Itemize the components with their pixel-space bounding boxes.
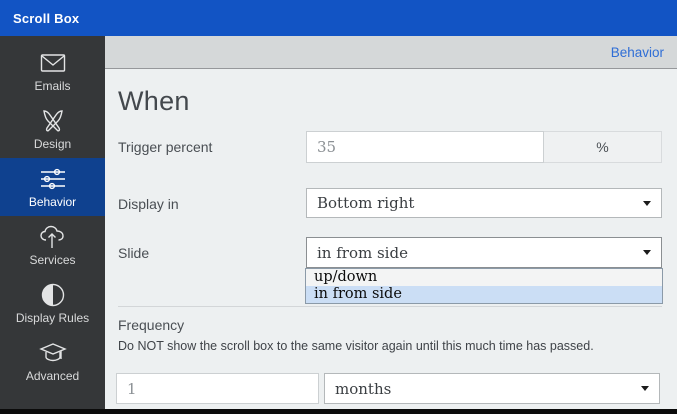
frequency-unit-select[interactable]: months [324, 373, 660, 404]
cloud-upload-icon [39, 224, 67, 250]
sidebar-item-label: Advanced [25, 368, 80, 383]
sidebar: Emails Design Behavior Services Display … [0, 36, 105, 414]
chevron-down-icon [641, 386, 649, 391]
sidebar-item-advanced[interactable]: Advanced [0, 332, 105, 390]
sidebar-item-emails[interactable]: Emails [0, 42, 105, 100]
sidebar-item-display-rules[interactable]: Display Rules [0, 274, 105, 332]
sliders-icon [39, 166, 67, 192]
page-title: When [118, 86, 190, 116]
slide-select[interactable]: in from side [306, 237, 662, 268]
scroll-box-settings-window: Scroll Box Emails Design Behavior Servic… [0, 0, 677, 414]
chevron-down-icon [643, 200, 651, 206]
section-divider [118, 306, 662, 307]
breadcrumb[interactable]: Behavior [611, 45, 677, 60]
sidebar-item-services[interactable]: Services [0, 216, 105, 274]
sidebar-item-label: Display Rules [15, 310, 90, 325]
slide-value: in from side [317, 243, 408, 262]
trigger-percent-label: Trigger percent [118, 139, 213, 155]
frequency-value-input[interactable] [116, 373, 319, 404]
frequency-label: Frequency [118, 317, 185, 333]
graduation-cap-icon [38, 340, 67, 366]
dropdown-option-in-from-side[interactable]: in from side [306, 286, 662, 303]
display-in-label: Display in [118, 196, 179, 212]
paintbrushes-icon [40, 108, 66, 134]
section-header-strip: Behavior [105, 36, 677, 69]
sidebar-item-label: Design [33, 136, 72, 151]
dropdown-option-up-down[interactable]: up/down [306, 269, 662, 286]
title-bar: Scroll Box [0, 0, 677, 36]
trigger-percent-group: % [306, 131, 662, 163]
frequency-description: Do NOT show the scroll box to the same v… [118, 339, 594, 353]
sidebar-item-label: Emails [34, 78, 71, 93]
main-content: Behavior When Trigger percent % Display … [105, 36, 677, 414]
envelope-icon [40, 50, 66, 76]
trigger-percent-input[interactable] [306, 131, 544, 163]
slide-label: Slide [118, 245, 150, 261]
sidebar-item-label: Services [29, 252, 76, 267]
display-in-select[interactable]: Bottom right [306, 188, 662, 218]
contrast-icon [40, 282, 66, 308]
display-in-value: Bottom right [317, 194, 415, 212]
slide-dropdown-popup: up/down in from side [305, 268, 663, 304]
app-title: Scroll Box [13, 10, 80, 26]
sidebar-item-design[interactable]: Design [0, 100, 105, 158]
chevron-down-icon [643, 250, 651, 255]
sidebar-item-behavior[interactable]: Behavior [0, 158, 105, 216]
window-bottom-edge [0, 409, 677, 414]
frequency-unit-value: months [335, 379, 392, 398]
percent-addon: % [544, 131, 662, 163]
sidebar-item-label: Behavior [28, 194, 77, 209]
